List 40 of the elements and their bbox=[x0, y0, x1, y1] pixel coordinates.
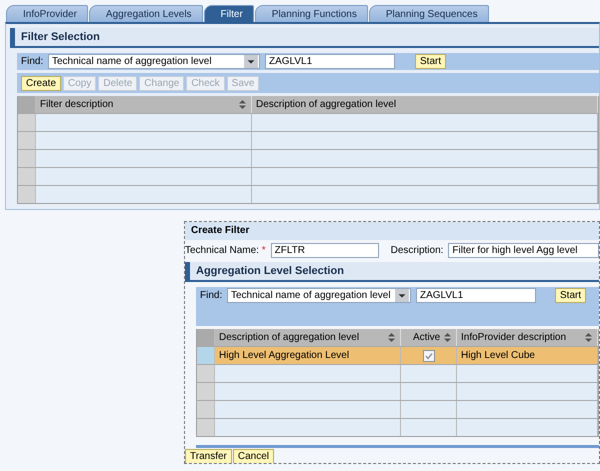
row-selector[interactable] bbox=[197, 347, 215, 364]
tab[interactable]: Planning Sequences bbox=[368, 5, 489, 22]
row-selector[interactable] bbox=[18, 150, 36, 167]
tab[interactable]: Filter bbox=[204, 5, 254, 22]
toolbar-button[interactable]: Create bbox=[21, 76, 62, 90]
section-title: Aggregation Level Selection bbox=[196, 265, 344, 277]
start-button[interactable]: Start bbox=[555, 288, 586, 303]
section-title: Filter Selection bbox=[21, 31, 100, 43]
sort-icon[interactable] bbox=[443, 332, 452, 343]
row-selector[interactable] bbox=[197, 401, 215, 418]
row-selector[interactable] bbox=[18, 114, 36, 131]
sort-icon[interactable] bbox=[387, 332, 396, 343]
dialog-button[interactable]: Transfer bbox=[185, 449, 232, 463]
start-button[interactable]: Start bbox=[415, 54, 446, 69]
find-label: Find: bbox=[21, 56, 43, 67]
find-field[interactable]: ZAGLVL1 bbox=[265, 54, 395, 69]
find-field[interactable]: ZAGLVL1 bbox=[416, 288, 536, 303]
checkbox[interactable] bbox=[422, 350, 434, 362]
tab[interactable]: InfoProvider bbox=[6, 5, 88, 22]
find-by-dropdown[interactable]: Technical name of aggregation level bbox=[48, 54, 260, 69]
select-all-cell[interactable] bbox=[18, 96, 36, 113]
sort-icon[interactable] bbox=[584, 332, 593, 343]
technical-name-label: Technical Name: * bbox=[185, 244, 266, 256]
row-selector[interactable] bbox=[18, 132, 36, 149]
find-by-dropdown[interactable]: Technical name of aggregation level bbox=[227, 288, 411, 303]
sort-icon[interactable] bbox=[238, 99, 247, 110]
tab[interactable]: Aggregation Levels bbox=[88, 5, 203, 22]
row-selector[interactable] bbox=[197, 383, 215, 400]
select-all-cell[interactable] bbox=[197, 329, 215, 346]
dialog-title: Create Filter bbox=[185, 222, 599, 240]
tab[interactable]: Planning Functions bbox=[254, 5, 368, 22]
description-field[interactable]: Filter for high level Agg level bbox=[448, 242, 599, 258]
technical-name-field[interactable]: ZFLTR bbox=[270, 242, 379, 258]
row-selector[interactable] bbox=[197, 419, 215, 436]
dialog-button[interactable]: Cancel bbox=[232, 449, 274, 463]
row-selector[interactable] bbox=[197, 365, 215, 382]
row-selector[interactable] bbox=[18, 168, 36, 185]
row-selector[interactable] bbox=[18, 186, 36, 203]
find-label: Find: bbox=[200, 290, 222, 301]
description-label: Description: bbox=[390, 244, 444, 256]
